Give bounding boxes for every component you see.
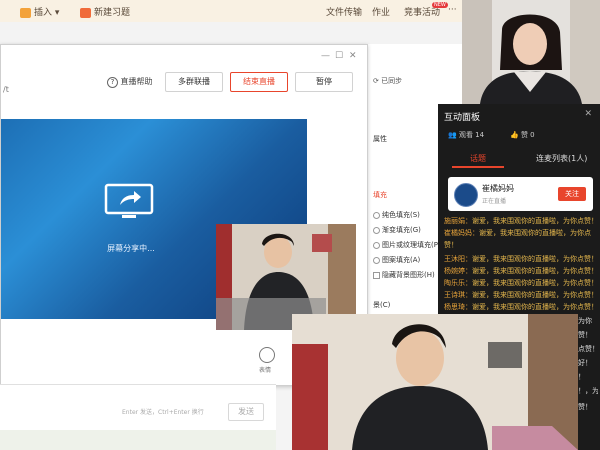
chat-input-hint: Enter 发送，Ctrl+Enter 换行	[122, 409, 204, 416]
attr-label: 属性	[373, 135, 387, 143]
maximize-icon[interactable]: ☐	[335, 51, 343, 61]
chat-message-fragment: ！	[578, 373, 585, 381]
thumbs-up-icon: 👍	[510, 131, 519, 139]
radio-icon	[373, 211, 380, 219]
tab-members[interactable]: 连麦列表(1人)	[536, 153, 587, 164]
follow-button[interactable]: 关注	[558, 187, 586, 201]
sync-icon: ⟳	[373, 77, 379, 85]
viewers-icon: 👥	[448, 131, 457, 139]
chat-message-fragment: 点赞！	[578, 345, 598, 353]
panel-tabs: 话题 连麦列表(1人)	[438, 151, 600, 167]
radio-icon	[373, 256, 380, 264]
teacher-video-frame	[462, 0, 600, 104]
tab-chat[interactable]: 话题	[470, 153, 486, 164]
multi-connect-button[interactable]: 多群联播	[165, 72, 223, 92]
hide-background-option[interactable]: 隐藏背景图形(H)	[373, 270, 435, 280]
anchor-card: 崔橘妈妈 正在直播 关注	[448, 177, 593, 211]
close-icon[interactable]: ✕	[349, 51, 357, 61]
chat-message-fragment: 好！	[578, 359, 592, 367]
end-live-button[interactable]: 结束直播	[230, 72, 288, 92]
student-video-frame-large	[292, 314, 578, 450]
new-lesson-button[interactable]: 新建习题	[80, 5, 130, 18]
teacher-webcam-video	[462, 0, 600, 104]
chat-message: 杨婉婷：谢爱，我来围观你的直播啦，为你点赞！	[444, 267, 598, 275]
new-lesson-icon	[80, 7, 91, 18]
checkbox-icon	[373, 271, 380, 279]
viewer-count: 👥 观看 14	[448, 131, 485, 139]
chat-message-fragment: 赞！	[578, 331, 592, 339]
screen-share-icon	[104, 183, 154, 218]
radio-icon	[373, 226, 380, 234]
pause-button[interactable]: 暂停	[295, 72, 353, 92]
chat-message: 王诗琪：谢爱，我来围观你的直播啦，为你点赞！	[444, 291, 598, 299]
fill-option-picture[interactable]: 图片或纹理填充(P)	[373, 240, 441, 250]
file-transfer-button[interactable]: 文件传输	[326, 5, 362, 18]
chat-message: 杨思琦：谢爱，我来围观你的直播啦，为你点赞！	[444, 303, 598, 311]
panel-close-icon[interactable]: ✕	[584, 109, 592, 119]
screen-share-status: 屏幕分享中...	[107, 244, 155, 253]
panel-title: 互动面板	[444, 113, 481, 123]
radio-icon	[373, 241, 380, 249]
minimize-icon[interactable]: —	[321, 51, 330, 61]
student-webcam-video-large	[292, 314, 578, 450]
emoji-label: 表情	[259, 367, 272, 374]
dropdown-arrow-icon: ▾	[54, 8, 60, 18]
anchor-name: 崔橘妈妈	[482, 184, 514, 193]
emoji-icon[interactable]	[259, 347, 275, 363]
like-count[interactable]: 👍 赞 0	[510, 130, 535, 140]
insert-icon	[20, 7, 31, 18]
live-help-link[interactable]: ? 直播帮助	[107, 76, 153, 88]
anchor-subtitle: 正在直播	[482, 198, 507, 205]
chat-input-area[interactable]: Enter 发送，Ctrl+Enter 换行 发送	[0, 384, 276, 431]
fill-label: 填充	[373, 191, 387, 199]
send-button[interactable]: 发送	[228, 403, 264, 421]
sync-status[interactable]: ⟳ 已同步	[373, 76, 402, 86]
chat-message: 施丽娟：谢爱，我来围观你的直播啦，为你点赞！	[444, 217, 598, 225]
chat-message: 陶乐乐：谢爱，我来围观你的直播啦，为你点赞！	[444, 279, 598, 287]
chat-message-fragment: 赞！	[578, 403, 592, 411]
chat-message: 崔橘妈妈：谢爱，我来围观你的直播啦，为你点	[444, 229, 591, 237]
insert-button[interactable]: 插入 ▾	[20, 5, 59, 18]
active-tab-indicator	[452, 166, 504, 168]
fill-option-pattern[interactable]: 图案填充(A)	[373, 255, 420, 265]
path-text: /t	[3, 85, 9, 94]
chat-message: 赞！	[444, 241, 458, 249]
more-menu-button[interactable]: ···	[448, 5, 457, 15]
chat-message: 王沐阳：谢爱，我来围观你的直播啦，为你点赞！	[444, 255, 598, 263]
avatar	[454, 183, 478, 207]
fill-option-solid[interactable]: 纯色填充(S)	[373, 210, 420, 220]
help-icon: ?	[107, 77, 118, 88]
chat-message-fragment: 为你	[578, 317, 592, 325]
fill-option-gradient[interactable]: 渐变填充(G)	[373, 225, 421, 235]
reset-background-label[interactable]: 景(C)	[373, 300, 390, 310]
background-decoration	[0, 430, 276, 450]
homework-button[interactable]: 作业	[372, 5, 390, 18]
chat-message-fragment: ！，为	[578, 387, 598, 395]
new-badge: NEW	[432, 2, 448, 8]
